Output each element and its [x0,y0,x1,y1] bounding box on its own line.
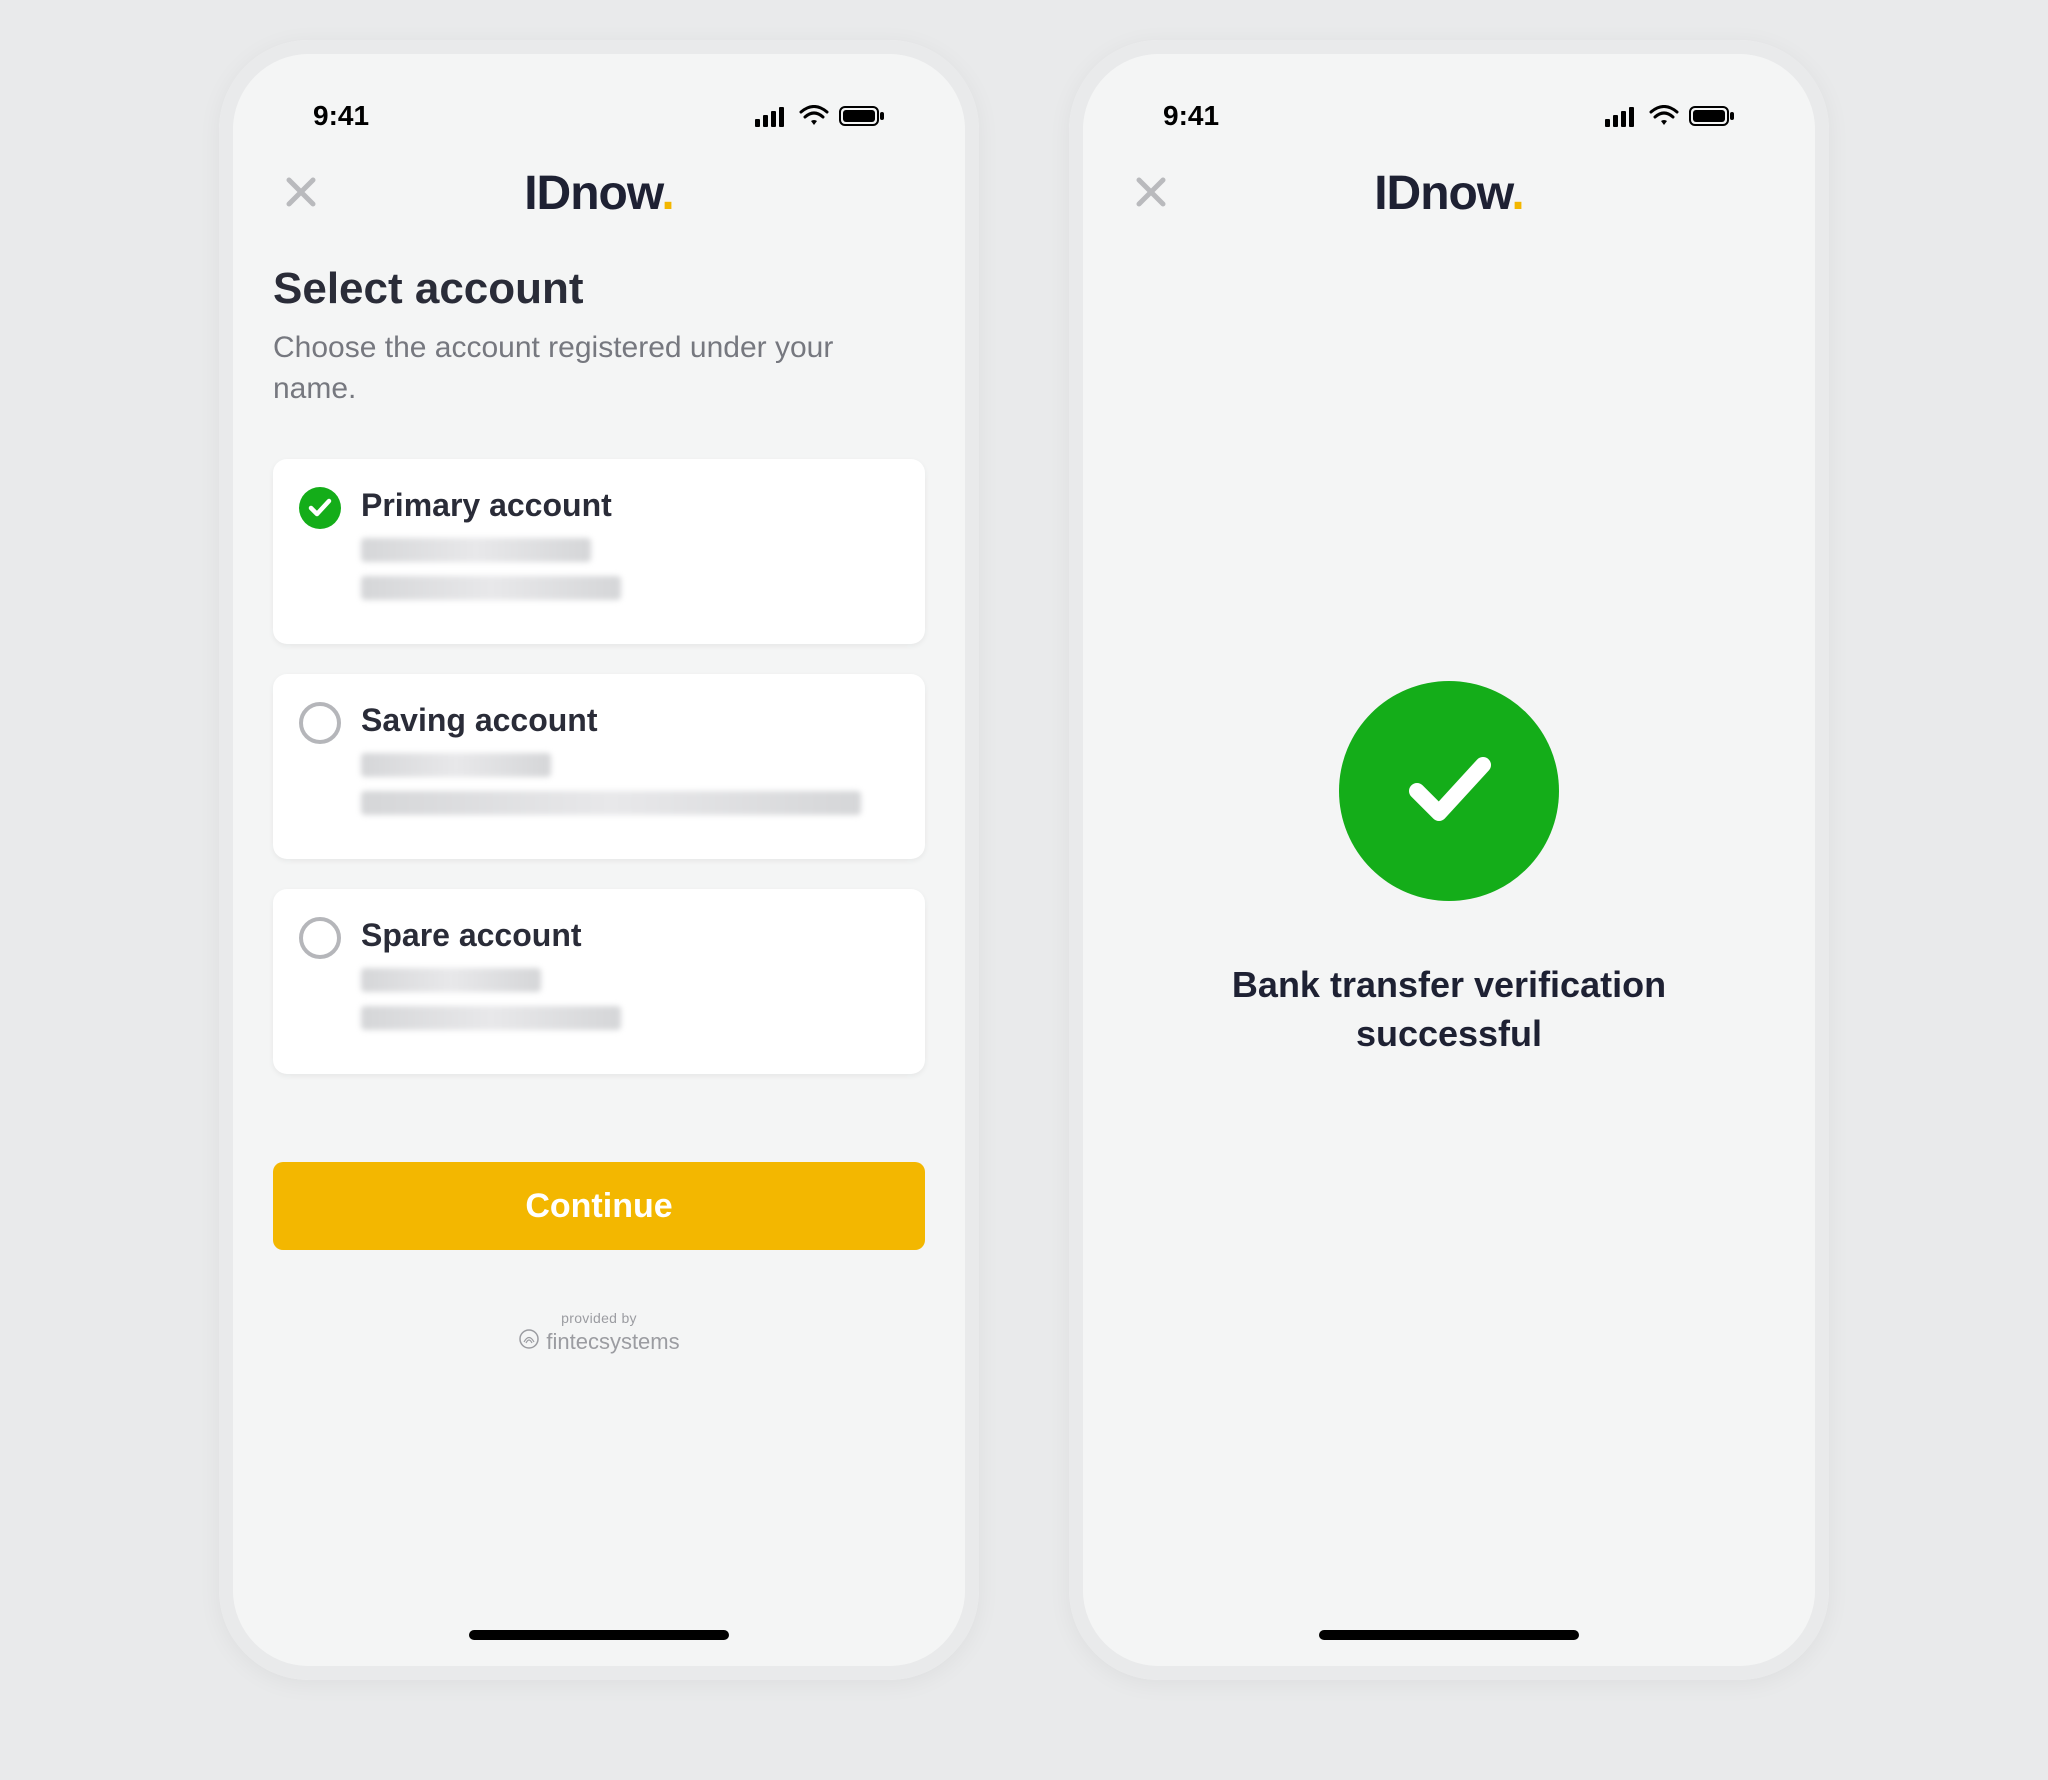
battery-icon [1689,105,1735,127]
redacted-text [361,791,861,815]
phone-success: 9:41 IDnow. [1069,40,1829,1680]
radio-unselected[interactable] [299,917,341,959]
screen: 9:41 IDnow. S [233,54,965,1666]
radio-unselected[interactable] [299,702,341,744]
fingerprint-icon [518,1328,540,1356]
status-time: 9:41 [313,100,369,132]
success-message: Bank transfer verification successful [1199,961,1699,1058]
status-indicators [1605,105,1735,127]
account-option-spare[interactable]: Spare account [273,889,925,1074]
redacted-text [361,538,591,562]
status-time: 9:41 [1163,100,1219,132]
close-icon [281,172,321,215]
brand-logo: IDnow. [524,166,674,221]
check-icon [307,495,333,521]
provider-attribution: provided by fintecsystems [273,1310,925,1356]
status-bar: 9:41 [1123,94,1775,156]
account-label: Primary account [361,487,899,524]
brand-dot: . [661,167,673,220]
provider-name: fintecsystems [546,1329,679,1355]
screen: 9:41 IDnow. [1083,54,1815,1666]
page-subtitle: Choose the account registered under your… [273,328,925,409]
home-indicator[interactable] [469,1630,729,1640]
status-indicators [755,105,885,127]
cellular-icon [755,105,789,127]
radio-selected[interactable] [299,487,341,529]
wifi-icon [1649,105,1679,127]
success-panel: Bank transfer verification successful [1123,184,1775,1556]
account-option-saving[interactable]: Saving account [273,674,925,859]
cellular-icon [1605,105,1639,127]
app-header: IDnow. [273,156,925,230]
check-icon [1389,729,1509,854]
brand-name: IDnow [524,167,661,220]
close-button[interactable] [273,165,329,221]
wifi-icon [799,105,829,127]
battery-icon [839,105,885,127]
redacted-text [361,1006,621,1030]
account-label: Saving account [361,702,899,739]
continue-button[interactable]: Continue [273,1162,925,1250]
provided-by-label: provided by [561,1310,637,1326]
redacted-text [361,753,551,777]
success-badge [1339,681,1559,901]
home-indicator[interactable] [1319,1630,1579,1640]
page-title: Select account [273,264,925,314]
redacted-text [361,576,621,600]
account-label: Spare account [361,917,899,954]
account-option-primary[interactable]: Primary account [273,459,925,644]
phone-select-account: 9:41 IDnow. S [219,40,979,1680]
redacted-text [361,968,541,992]
status-bar: 9:41 [273,94,925,156]
